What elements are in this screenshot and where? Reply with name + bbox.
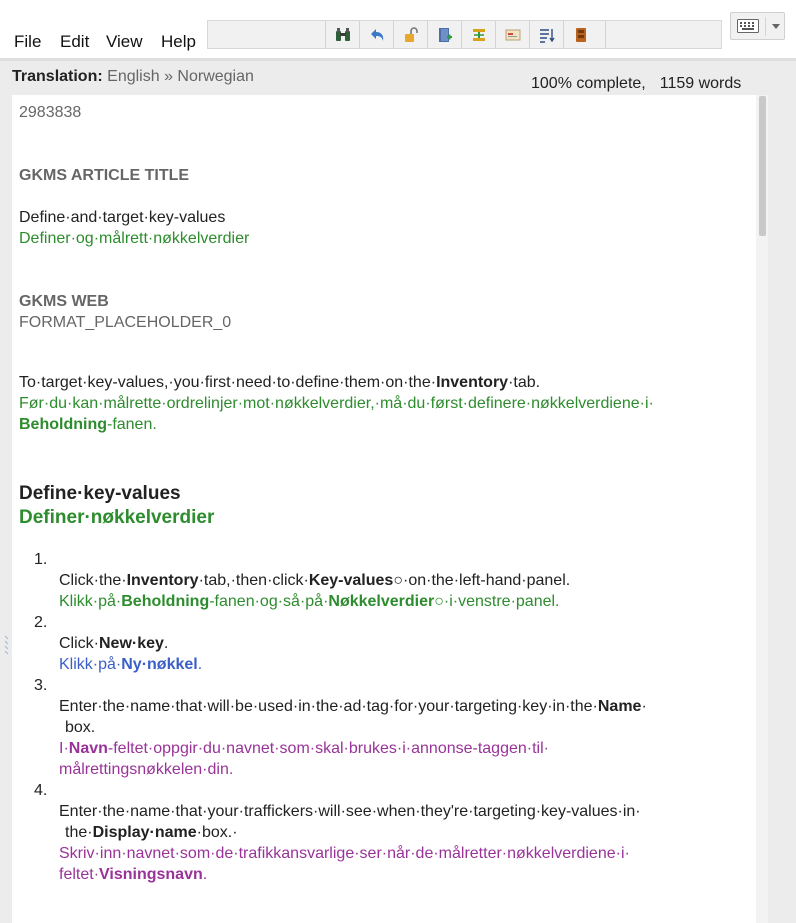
web-heading: GKMS WEB [19, 293, 109, 310]
keyboard-button[interactable] [730, 12, 785, 40]
menu-view[interactable]: View [106, 32, 143, 52]
step4-source[interactable]: Enter·the·name·that·your·traffickers·wil… [59, 803, 641, 821]
archive-icon [576, 27, 586, 42]
sort-lines-icon [540, 28, 555, 43]
merge-button[interactable] [461, 21, 496, 48]
title-source[interactable]: Define·and·target·key-values [19, 209, 225, 227]
para1-target[interactable]: Før·du·kan·målrette·ordrelinjer·mot·nøkk… [19, 395, 654, 413]
step1-tgt-bold: Nøkkelverdier [328, 593, 435, 610]
step4-tgt-text: . [202, 866, 208, 883]
add-glossary-button[interactable] [427, 21, 462, 48]
progress-percent: 100% complete, [531, 75, 646, 92]
para1-target-text: Før·du·kan·målrette·ordrelinjer·mot·nøkk… [19, 395, 654, 412]
scrollbar-thumb[interactable] [759, 96, 766, 236]
menu-edit[interactable]: Edit [60, 32, 89, 52]
step2-source[interactable]: Click·New·key. [59, 635, 168, 653]
step4-src-text: the· [65, 824, 93, 841]
step-number: 4. [34, 782, 48, 799]
card-button[interactable] [495, 21, 530, 48]
archive-button[interactable] [563, 21, 598, 48]
step-number: 3. [34, 677, 48, 694]
translation-label: Translation: [12, 68, 103, 85]
step1-src-bold: Inventory [126, 572, 199, 589]
title-target[interactable]: Definer·og·målrett·nøkkelverdier [19, 230, 249, 248]
unlock-icon [405, 26, 418, 42]
find-button[interactable] [325, 21, 360, 48]
menu-bar: File Edit View Help [0, 0, 796, 58]
para1-source-bold: Inventory [436, 374, 509, 391]
para1-target-bold: Beholdning [19, 416, 107, 433]
document-id: 2983838 [19, 104, 82, 121]
step3-tgt-text: -feltet·oppgir·du·navnet·som·skal·brukes… [107, 740, 549, 757]
step-number: 2. [34, 614, 48, 631]
step2-tgt-text: Klikk·på· [59, 656, 122, 673]
step1-tgt-text: -fanen·og·så·på· [209, 593, 329, 610]
step4-target-line2[interactable]: feltet·Visningsnavn. [59, 866, 207, 884]
book-add-icon [439, 27, 452, 42]
translation-header: Translation: English » Norwegian [12, 68, 254, 86]
step1-src-text: ·tab,·then·click· [198, 572, 309, 589]
step2-src-text: Click· [59, 635, 99, 652]
step3-target[interactable]: I·Navn-feltet·oppgir·du·navnet·som·skal·… [59, 740, 549, 758]
para1-target-line2[interactable]: Beholdning-fanen. [19, 416, 157, 434]
undo-arrow-icon [371, 28, 384, 41]
step3-source-line2[interactable]: box. [65, 719, 95, 737]
step1-src-text: Click·the· [59, 572, 127, 589]
step-number: 1. [34, 551, 48, 568]
step1-source[interactable]: Click·the·Inventory·tab,·then·click·Key-… [59, 572, 570, 590]
word-count: 1159 words [659, 75, 742, 92]
section-heading-target[interactable]: Definer·nøkkelverdier [19, 507, 214, 529]
progress-info: 100% complete, 1159 words [531, 75, 741, 93]
toolbar-separator [605, 21, 606, 48]
para1-source-text: To·target·key-values,·you·first·need·to·… [19, 374, 437, 391]
menu-help[interactable]: Help [161, 32, 196, 52]
step2-tgt-bold: Ny·nøkkel [121, 656, 198, 673]
binoculars-icon [336, 27, 350, 41]
step2-src-text: . [163, 635, 169, 652]
merge-icon [473, 28, 485, 41]
step1-tgt-text: Klikk·på· [59, 593, 122, 610]
step4-target[interactable]: Skriv·inn·navnet·som·de·trafikkansvarlig… [59, 845, 630, 863]
para1-source-end: ·tab. [508, 374, 541, 391]
step1-src-text: ○·on·the·left-hand·panel. [393, 572, 571, 589]
resize-handle-icon[interactable] [4, 634, 10, 656]
step4-src-bold: Display·name [92, 824, 197, 841]
unlock-button[interactable] [393, 21, 428, 48]
format-placeholder: FORMAT_PLACEHOLDER_0 [19, 314, 232, 331]
step1-src-bold: Key-values [308, 572, 394, 589]
step1-tgt-text: ○·i·venstre·panel. [434, 593, 560, 610]
step3-source[interactable]: Enter·the·name·that·will·be·used·in·the·… [59, 698, 647, 716]
keyboard-separator [765, 17, 766, 36]
menu-file[interactable]: File [14, 32, 41, 52]
step1-tgt-bold: Beholdning [121, 593, 210, 610]
document-panel[interactable]: 2983838 GKMS ARTICLE TITLE Define·and·ta… [12, 95, 768, 923]
toolbar [207, 20, 722, 49]
undo-button[interactable] [359, 21, 394, 48]
article-title-heading: GKMS ARTICLE TITLE [19, 167, 190, 184]
step3-src-text: Enter·the·name·that·will·be·used·in·the·… [59, 698, 598, 715]
step3-tgt-text: I· [59, 740, 69, 757]
step2-tgt-text: . [197, 656, 203, 673]
step2-target[interactable]: Klikk·på·Ny·nøkkel. [59, 656, 202, 674]
step4-tgt-bold: Visningsnavn [99, 866, 203, 883]
step3-src-text: · [641, 698, 647, 715]
chevron-down-icon[interactable] [772, 24, 780, 29]
step2-src-bold: New·key [99, 635, 164, 652]
step4-src-text: ·box.· [196, 824, 238, 841]
step1-target[interactable]: Klikk·på·Beholdning-fanen·og·så·på·Nøkke… [59, 593, 560, 611]
step3-tgt-bold: Navn [68, 740, 108, 757]
step4-tgt-text: feltet· [59, 866, 100, 883]
keyboard-icon [737, 19, 759, 33]
step3-src-bold: Name [597, 698, 642, 715]
card-icon [505, 29, 521, 40]
language-pair: English » Norwegian [107, 68, 254, 85]
para1-target-end: -fanen. [106, 416, 157, 433]
para1-source[interactable]: To·target·key-values,·you·first·need·to·… [19, 374, 540, 392]
step4-source-line2[interactable]: the·Display·name·box.· [65, 824, 238, 842]
step3-target-line2[interactable]: målrettingsnøkkelen·din. [59, 761, 233, 779]
sort-button[interactable] [529, 21, 564, 48]
section-heading-source[interactable]: Define·key-values [19, 483, 181, 505]
